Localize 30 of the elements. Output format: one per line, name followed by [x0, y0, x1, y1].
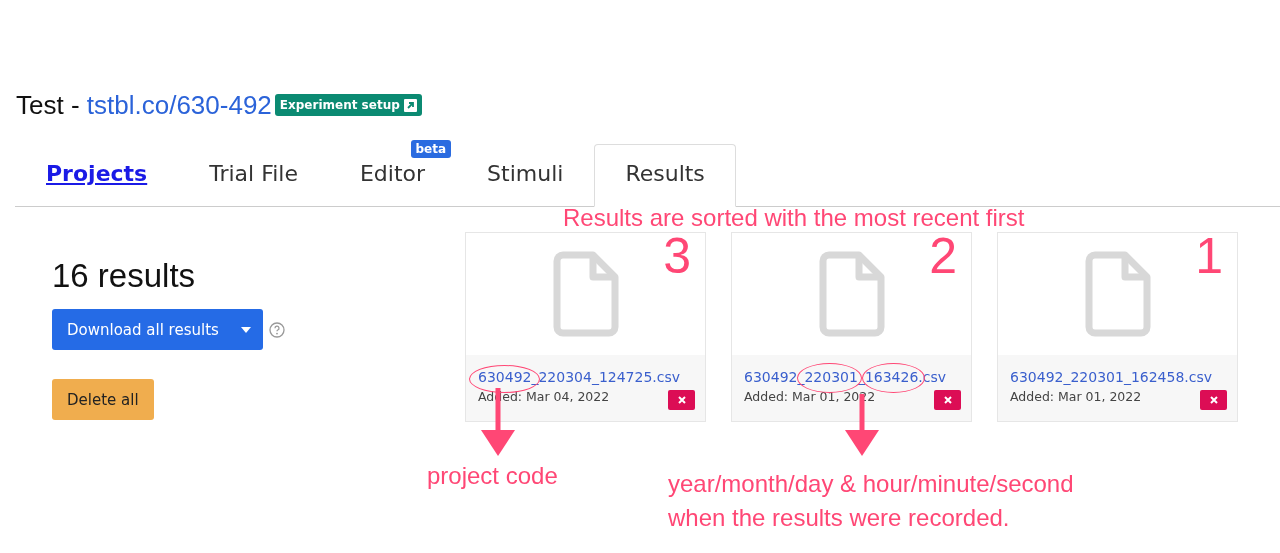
close-icon: [677, 396, 686, 404]
tab[interactable]: Results: [594, 144, 736, 207]
file-icon: [1084, 251, 1151, 337]
file-link[interactable]: 630492_220301_163426.csv: [744, 369, 947, 385]
file-link[interactable]: 630492_220301_162458.csv: [1010, 369, 1213, 385]
close-icon: [943, 396, 952, 404]
close-icon: [1209, 396, 1218, 404]
order-number: 2: [929, 231, 957, 281]
annotation-note: project code: [427, 461, 558, 491]
delete-button[interactable]: [934, 390, 961, 410]
external-link-icon: [403, 98, 417, 112]
delete-button[interactable]: [1200, 390, 1227, 410]
delete-button[interactable]: [668, 390, 695, 410]
file-link[interactable]: 630492_220304_124725.csv: [478, 369, 681, 385]
caret-icon: [240, 326, 251, 333]
order-number: 3: [663, 231, 691, 281]
file-icon: [552, 251, 619, 337]
file-icon: [818, 251, 885, 337]
download-all-button[interactable]: Download all results: [52, 309, 263, 350]
experiment-setup-link[interactable]: Experiment setup: [274, 94, 422, 116]
page-title: Test -: [16, 89, 81, 121]
help-icon[interactable]: [268, 321, 285, 338]
annotation-note: when the results were recorded.: [668, 503, 1011, 533]
added-date: Added: Mar 01, 2022: [1010, 389, 1142, 404]
results-count: 16 results: [52, 257, 196, 295]
annotation-note: year/month/day & hour/minute/second: [668, 469, 1074, 499]
project-link[interactable]: tstbl.co/630-492: [86, 89, 272, 121]
beta-badge: beta: [410, 140, 452, 158]
delete-all-button[interactable]: Delete all: [52, 379, 154, 420]
order-number: 1: [1195, 231, 1223, 281]
